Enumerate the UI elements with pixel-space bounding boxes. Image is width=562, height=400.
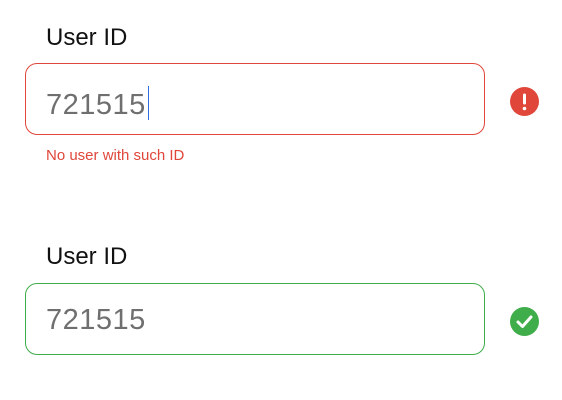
input-value-wrap: 721515 bbox=[46, 86, 150, 121]
text-caret bbox=[147, 86, 150, 120]
checkmark-glyph bbox=[516, 315, 533, 328]
user-id-input-success[interactable]: 721515 bbox=[25, 283, 485, 355]
form-examples: User ID 721515 No user with such ID User… bbox=[0, 0, 562, 400]
user-id-label: User ID bbox=[46, 243, 128, 270]
exclamation-glyph bbox=[522, 93, 527, 111]
user-id-label: User ID bbox=[46, 24, 128, 51]
checkmark-icon bbox=[510, 307, 539, 336]
exclamation-icon bbox=[510, 87, 539, 116]
user-id-value: 721515 bbox=[46, 304, 146, 336]
user-id-input-error[interactable]: 721515 bbox=[25, 63, 485, 135]
error-message: No user with such ID bbox=[46, 147, 185, 164]
user-id-value: 721515 bbox=[46, 89, 146, 121]
